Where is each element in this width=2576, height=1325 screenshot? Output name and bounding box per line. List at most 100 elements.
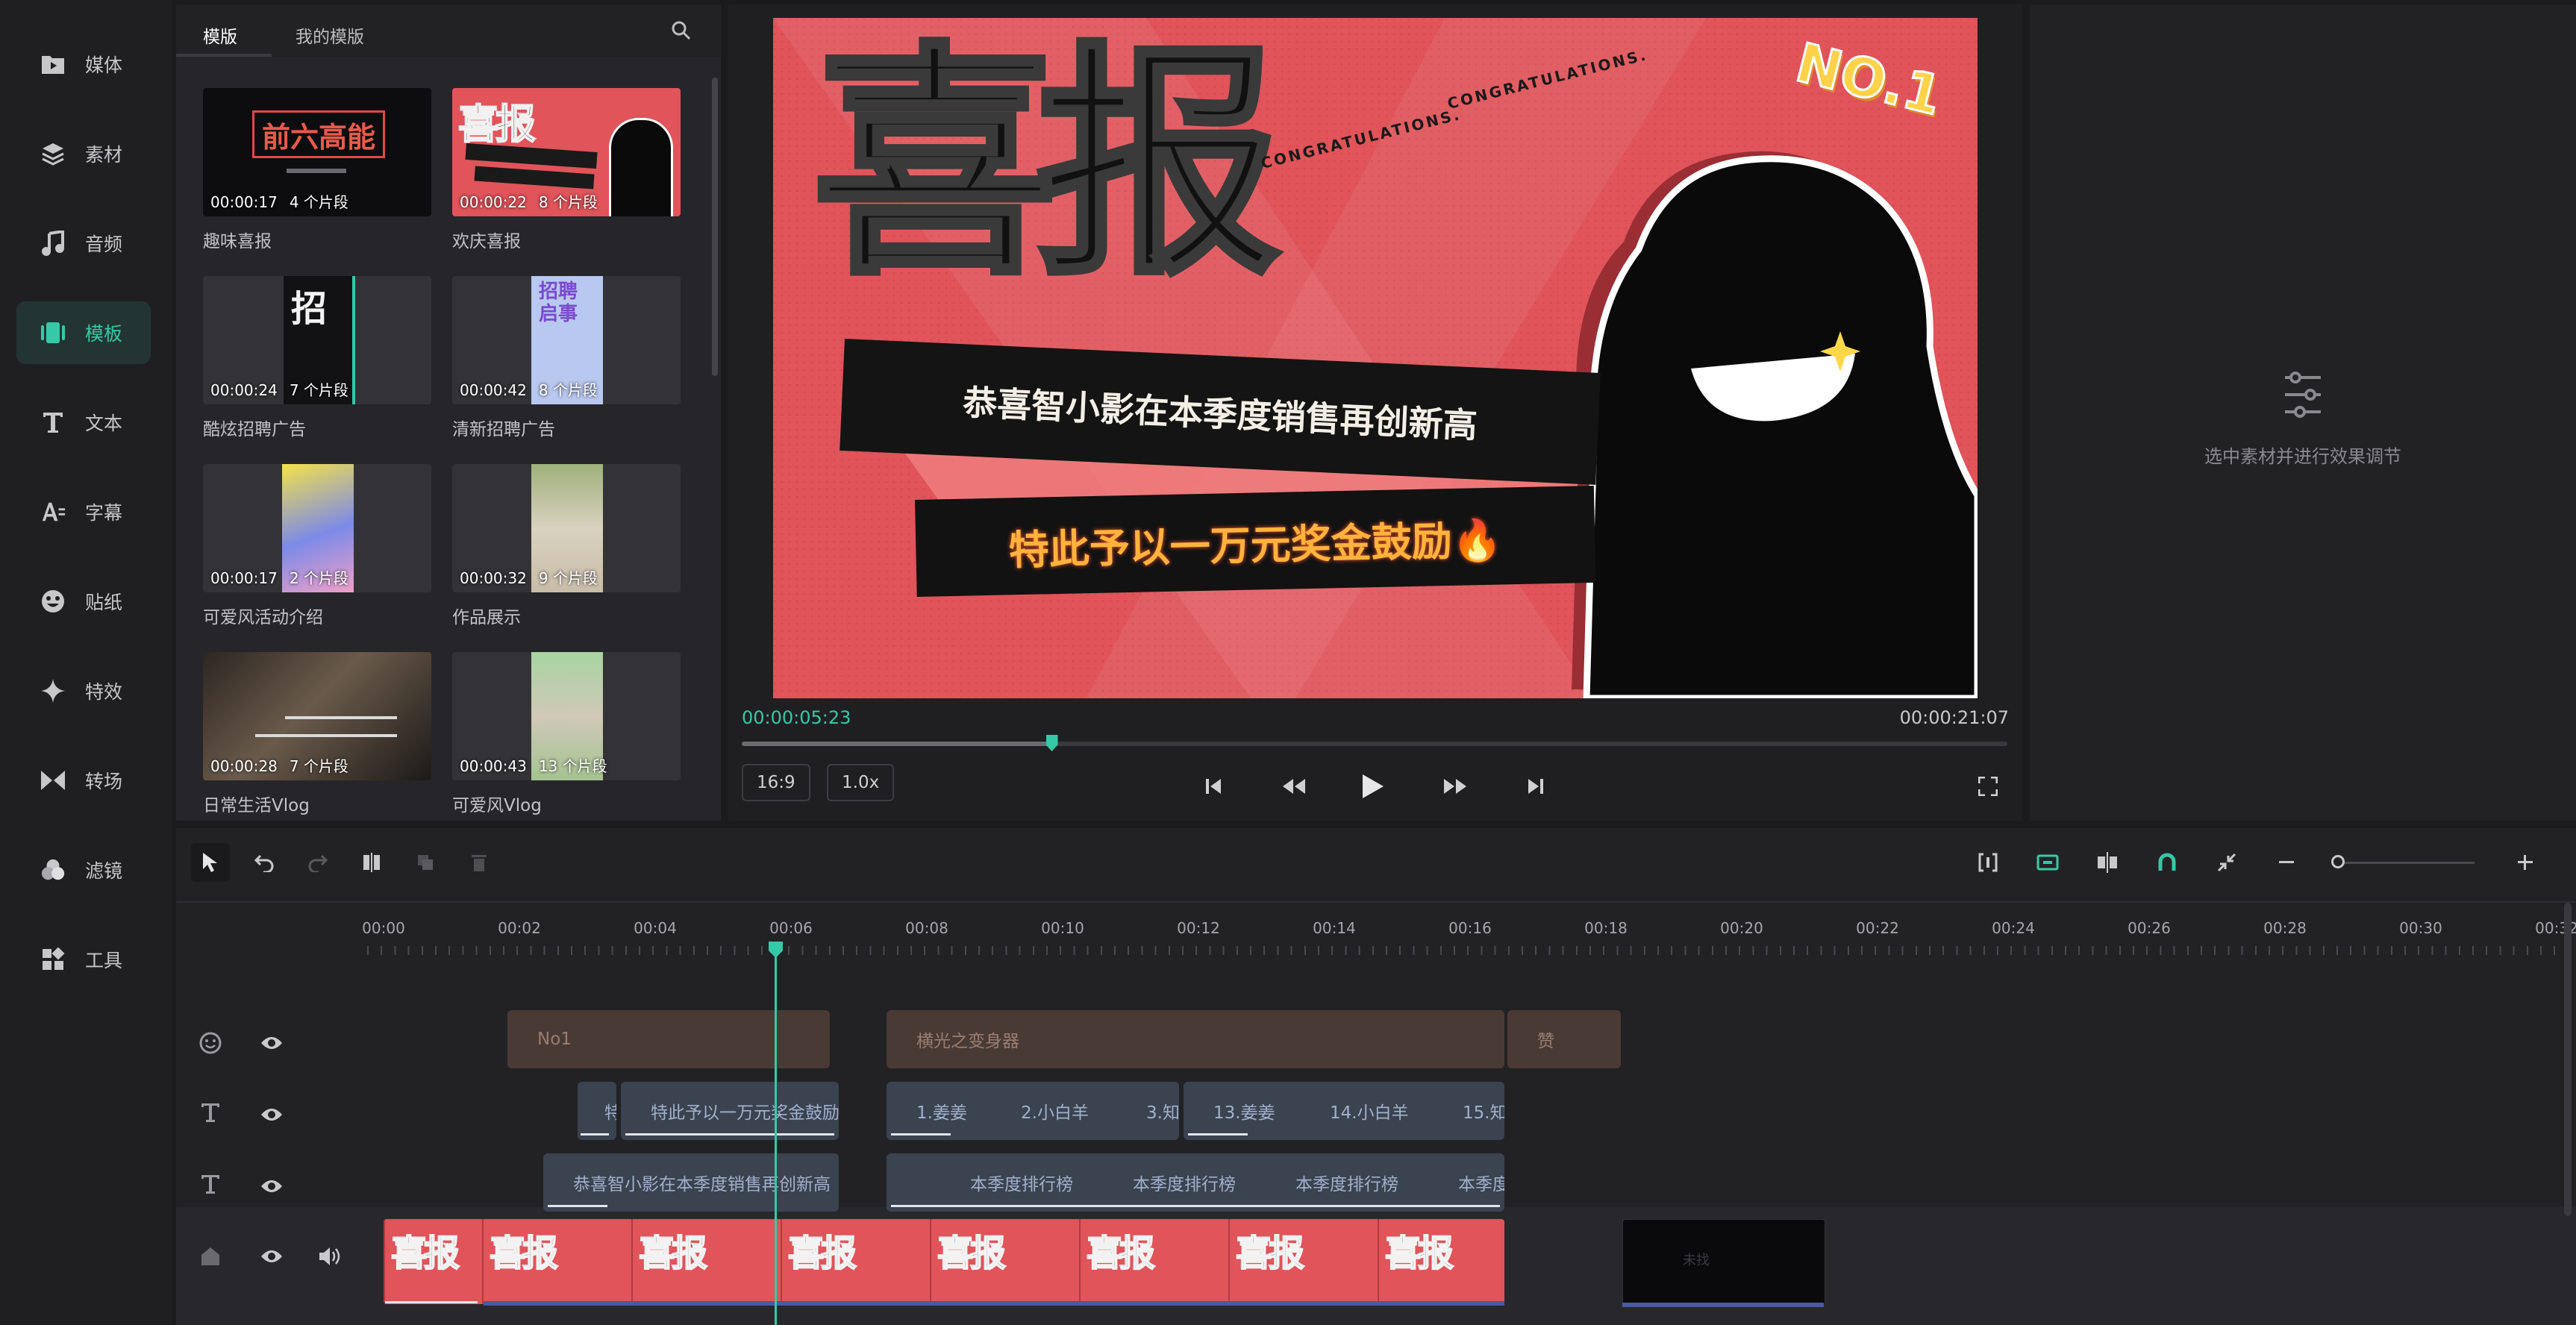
- video-frame: 喜报: [781, 1219, 931, 1304]
- preview-canvas[interactable]: 喜报 恭喜智小影在本季度销售再创新高 特此予以一万元奖金鼓励🔥 NO.1 CON…: [773, 18, 1978, 698]
- template-name: 酷炫招聘广告: [203, 420, 306, 439]
- template-card[interactable]: 00:00:28 7 个片段 日常生活Vlog: [203, 652, 431, 816]
- template-name: 欢庆喜报: [452, 232, 521, 251]
- clip-label: 横光之变身器: [916, 1032, 1019, 1051]
- video-clip-bar: [1622, 1303, 1824, 1307]
- template-meta: 00:00:24 7 个片段: [210, 381, 348, 399]
- sidebar-item-media[interactable]: 媒体: [16, 33, 151, 95]
- inspector-panel: 选中素材并进行效果调节: [2030, 4, 2576, 821]
- video-frame: 喜报: [631, 1219, 782, 1304]
- sidebar-item-audio[interactable]: 音频: [16, 212, 151, 275]
- speed-button[interactable]: 1.0x: [827, 764, 895, 801]
- sticker-clip[interactable]: No1: [507, 1010, 830, 1068]
- fullscreen-icon[interactable]: [1972, 770, 2004, 803]
- sidebar-item-transitions[interactable]: 转场: [16, 749, 151, 812]
- ruler-label: 00:14: [1313, 919, 1356, 937]
- text-clip[interactable]: 本季度排行榜 本季度排行榜 本季度排行榜 本季度: [887, 1153, 1504, 1212]
- sidebar-item-label: 滤镜: [85, 860, 123, 882]
- sticker-clip[interactable]: 赞: [1507, 1010, 1621, 1068]
- play-icon[interactable]: [1357, 770, 1389, 803]
- text-clip[interactable]: 特: [578, 1082, 616, 1140]
- ruler-label: 00:20: [1720, 919, 1763, 937]
- rewind-icon[interactable]: [1278, 770, 1310, 803]
- clip-underline: [385, 1301, 478, 1303]
- media-folder-icon: [40, 51, 66, 77]
- tab-my-templates[interactable]: 我的模版: [296, 22, 364, 48]
- search-icon[interactable]: [670, 19, 693, 42]
- timeline-scrollbar[interactable]: [2564, 903, 2572, 1216]
- text-t-icon: [200, 1173, 221, 1195]
- template-card[interactable]: 招聘启事 00:00:42 8 个片段 清新招聘广告: [452, 276, 681, 440]
- template-thumbnail: 00:00:32 9 个片段: [452, 464, 681, 592]
- template-name: 清新招聘广告: [452, 420, 555, 439]
- text-clip[interactable]: 13.姜姜 14.小白羊 15.知: [1184, 1082, 1504, 1140]
- text-clip[interactable]: 1.姜姜 2.小白羊 3.知: [887, 1082, 1179, 1140]
- text-clip[interactable]: 特此予以一万元奖金鼓励: [621, 1082, 839, 1140]
- sidebar-item-materials[interactable]: 素材: [16, 122, 151, 185]
- playback-progress[interactable]: [742, 735, 2007, 751]
- clip-label: 本季度排行榜: [1295, 1175, 1398, 1194]
- template-card[interactable]: 00:00:17 2 个片段 可爱风活动介绍: [203, 464, 431, 628]
- timeline-panel: 00:00 00:02 00:04 00:06 00:08 00:10 00:12 00:14…: [176, 828, 2576, 1325]
- total-time: 00:00:21:07: [1899, 707, 2009, 728]
- template-card[interactable]: 00:00:43 13 个片段 可爱风Vlog: [452, 652, 681, 816]
- video-frame: 喜报: [482, 1219, 633, 1304]
- template-card[interactable]: 招 00:00:24 7 个片段 酷炫招聘广告: [203, 276, 431, 440]
- ruler-label: 00:04: [634, 919, 677, 937]
- template-name: 作品展示: [452, 608, 521, 627]
- ruler-label: 00:02: [498, 919, 541, 937]
- sidebar-item-label: 音频: [85, 234, 123, 255]
- clip-label: 本季度: [1458, 1175, 1504, 1194]
- sidebar-item-filters[interactable]: 滤镜: [16, 839, 151, 901]
- clip-label: 2.小白羊: [1021, 1103, 1089, 1123]
- canvas-headline[interactable]: 喜报: [810, 38, 1284, 289]
- sticker-clip[interactable]: 横光之变身器: [887, 1010, 1504, 1068]
- template-meta: 00:00:42 8 个片段: [460, 381, 598, 399]
- sidebar-item-tools[interactable]: 工具: [16, 928, 151, 991]
- frame-text: 喜报: [937, 1232, 1007, 1275]
- visibility-eye-icon[interactable]: [260, 1246, 284, 1267]
- sidebar-item-text[interactable]: 文本: [16, 391, 151, 454]
- template-thumbnail: 招聘启事 00:00:42 8 个片段: [452, 276, 681, 404]
- skip-start-icon[interactable]: [1197, 770, 1230, 803]
- sidebar-item-label: 转场: [85, 771, 123, 792]
- video-clip[interactable]: 喜报 喜报 喜报 喜报 喜报 喜报 喜报 喜报: [384, 1219, 1504, 1304]
- template-thumbnail: 招 00:00:24 7 个片段: [203, 276, 431, 404]
- fast-forward-icon[interactable]: [1439, 770, 1472, 803]
- layers-icon: [40, 141, 66, 166]
- template-icon: [40, 320, 66, 345]
- text-track-head: [176, 1091, 367, 1150]
- playhead-line[interactable]: [775, 942, 777, 1325]
- thumb-banner: [474, 166, 595, 189]
- sidebar-item-effects[interactable]: 特效: [16, 660, 151, 722]
- clip-label: 本季度排行榜: [970, 1175, 1073, 1194]
- template-card[interactable]: 00:00:32 9 个片段 作品展示: [452, 464, 681, 628]
- skip-end-icon[interactable]: [1519, 770, 1552, 803]
- ruler-label: 00:08: [905, 919, 948, 937]
- canvas-banner-2[interactable]: 特此予以一万元奖金鼓励🔥: [915, 485, 1596, 597]
- clip-underline: [625, 1133, 834, 1136]
- template-scrollbar[interactable]: [712, 78, 718, 376]
- ruler-label: 00:18: [1584, 919, 1628, 937]
- volume-icon[interactable]: [318, 1246, 342, 1267]
- progress-handle[interactable]: [1045, 735, 1058, 751]
- music-note-icon: [40, 231, 66, 256]
- tab-templates[interactable]: 模版: [203, 22, 237, 48]
- clip-label: 3.知: [1146, 1103, 1179, 1123]
- template-card[interactable]: 前六高能 00:00:17 4 个片段 趣味喜报: [203, 88, 431, 252]
- text-clip[interactable]: 恭喜智小影在本季度销售再创新高: [543, 1153, 839, 1212]
- visibility-eye-icon[interactable]: [260, 1104, 284, 1125]
- timeline-ruler[interactable]: 00:00 00:02 00:04 00:06 00:08 00:10 00:12 00:14…: [176, 828, 2576, 955]
- visibility-eye-icon[interactable]: [260, 1176, 284, 1197]
- sidebar-item-templates[interactable]: 模板: [16, 301, 151, 364]
- ruler-label: 00:28: [2263, 919, 2307, 937]
- video-clip-missing[interactable]: 未找: [1622, 1219, 1825, 1306]
- sidebar-item-subtitles[interactable]: 字幕: [16, 480, 151, 543]
- aspect-ratio-button[interactable]: 16:9: [742, 764, 810, 801]
- clip-label: 特: [604, 1103, 616, 1123]
- sidebar-item-stickers[interactable]: 贴纸: [16, 570, 151, 633]
- template-panel: 模版 我的模版 前六高能 00:00:17 4 个片段 趣味喜报 喜报 00:00…: [176, 4, 721, 821]
- ruler-label: 00:24: [1992, 919, 2035, 937]
- visibility-eye-icon[interactable]: [260, 1033, 284, 1053]
- template-card[interactable]: 喜报 00:00:22 8 个片段 欢庆喜报: [452, 88, 681, 252]
